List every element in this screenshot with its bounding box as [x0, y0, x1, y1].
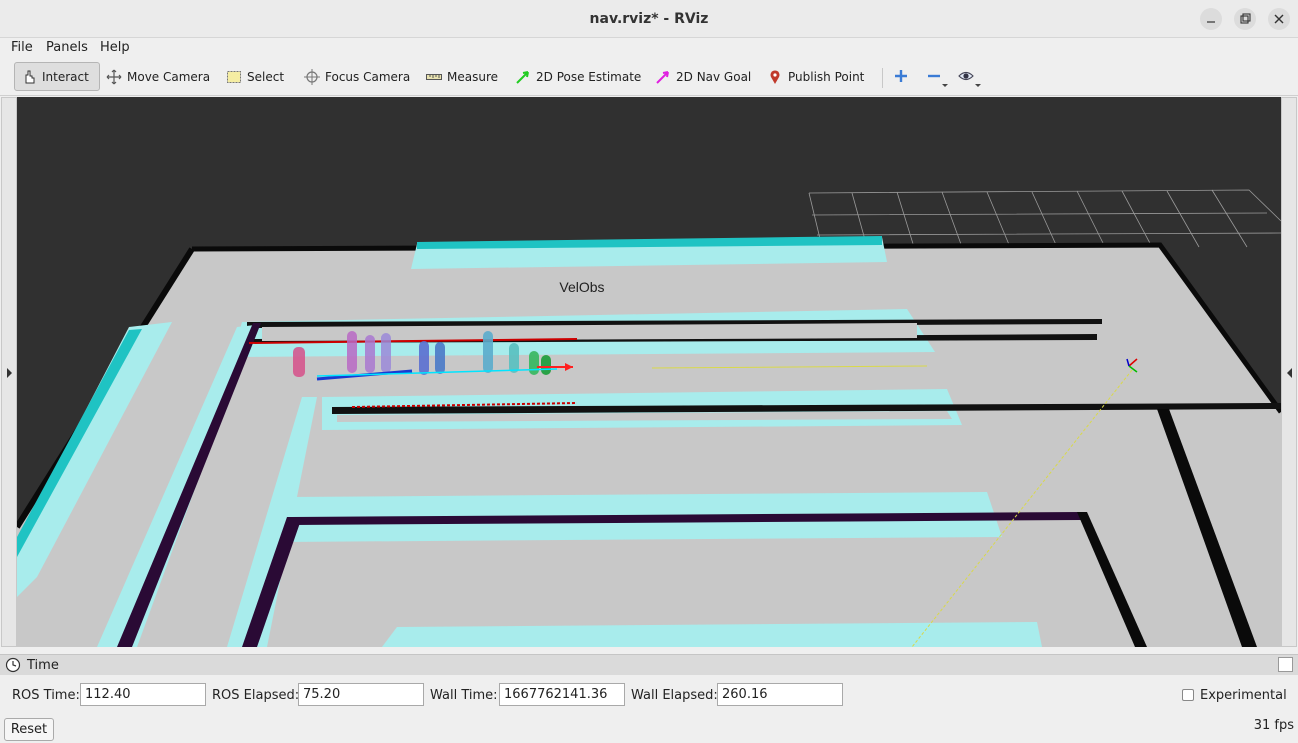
- green-arrow-icon: [516, 70, 529, 84]
- menu-file[interactable]: File: [11, 40, 33, 55]
- tool-focus-camera[interactable]: Focus Camera: [298, 62, 416, 91]
- tool-interact[interactable]: Interact: [14, 62, 100, 91]
- tool-select[interactable]: Select: [220, 62, 290, 91]
- tool-select-label: Select: [247, 69, 285, 84]
- tool-move-camera[interactable]: Move Camera: [100, 62, 216, 91]
- toolbar-separator: [882, 68, 883, 88]
- tool-2d-nav-goal-label: 2D Nav Goal: [676, 69, 752, 84]
- menubar: File Panels Help: [0, 38, 1298, 58]
- restore-icon: [1240, 13, 1251, 24]
- view-options-button[interactable]: [955, 65, 981, 89]
- experimental-label: Experimental: [1200, 688, 1287, 703]
- tool-publish-point[interactable]: Publish Point: [761, 62, 870, 91]
- map-pin-icon: [770, 69, 780, 84]
- velobs-label: VelObs: [559, 279, 604, 295]
- crosshair-icon: [304, 68, 320, 85]
- select-box-icon: [227, 70, 241, 83]
- chevron-right-icon: [7, 368, 12, 378]
- menu-help[interactable]: Help: [100, 40, 130, 55]
- minus-icon: [928, 74, 948, 87]
- remove-tool-button[interactable]: [922, 65, 948, 89]
- scene-3d: VelObs: [17, 189, 1281, 647]
- time-panel-title: Time: [27, 658, 59, 673]
- tools-toolbar: Interact Move Camera Select Focus Camera…: [0, 58, 1298, 96]
- minimize-button[interactable]: [1200, 8, 1222, 30]
- right-panel-toggle[interactable]: [1281, 97, 1297, 647]
- close-icon: [1274, 14, 1284, 24]
- tool-focus-camera-label: Focus Camera: [325, 69, 411, 84]
- ros-elapsed-field[interactable]: 75.20: [298, 683, 424, 706]
- wall-time-field[interactable]: 1667762141.36: [499, 683, 625, 706]
- ruler-icon: [426, 73, 442, 80]
- wall-time-label: Wall Time:: [430, 688, 498, 703]
- move-camera-icon: [106, 69, 122, 84]
- menu-panels[interactable]: Panels: [46, 40, 88, 55]
- tool-2d-pose-estimate[interactable]: 2D Pose Estimate: [509, 62, 647, 91]
- left-panel-toggle[interactable]: [1, 97, 17, 647]
- tool-interact-label: Interact: [42, 69, 89, 84]
- magenta-arrow-icon: [656, 70, 669, 84]
- window-title: nav.rviz* - RViz: [589, 11, 709, 27]
- ros-time-label: ROS Time:: [12, 688, 80, 703]
- wall-elapsed-label: Wall Elapsed:: [631, 688, 718, 703]
- add-tool-button[interactable]: [890, 65, 914, 89]
- panel-float-button[interactable]: [1278, 657, 1293, 672]
- close-button[interactable]: [1268, 8, 1290, 30]
- clock-icon: [5, 657, 21, 673]
- tool-measure[interactable]: Measure: [420, 62, 504, 91]
- tool-measure-label: Measure: [447, 69, 498, 84]
- tool-move-camera-label: Move Camera: [127, 69, 211, 84]
- render-viewport[interactable]: VelObs: [17, 97, 1281, 647]
- experimental-checkbox[interactable]: [1182, 689, 1194, 701]
- tool-publish-point-label: Publish Point: [788, 69, 865, 84]
- wall-elapsed-field[interactable]: 260.16: [717, 683, 843, 706]
- fps-readout: 31 fps: [1253, 718, 1294, 733]
- tool-2d-pose-estimate-label: 2D Pose Estimate: [536, 69, 642, 84]
- reset-button[interactable]: Reset: [4, 718, 54, 741]
- ros-time-field[interactable]: 112.40: [80, 683, 206, 706]
- maximize-button[interactable]: [1234, 8, 1256, 30]
- tool-2d-nav-goal[interactable]: 2D Nav Goal: [649, 62, 757, 91]
- ros-elapsed-label: ROS Elapsed:: [212, 688, 300, 703]
- minimize-icon: [1207, 21, 1215, 23]
- hand-pointer-icon: [25, 70, 35, 83]
- plus-icon: [895, 70, 907, 82]
- time-panel-header: Time: [0, 654, 1298, 675]
- chevron-left-icon: [1287, 368, 1292, 378]
- eye-icon: [958, 71, 981, 87]
- window-titlebar: nav.rviz* - RViz: [0, 0, 1298, 38]
